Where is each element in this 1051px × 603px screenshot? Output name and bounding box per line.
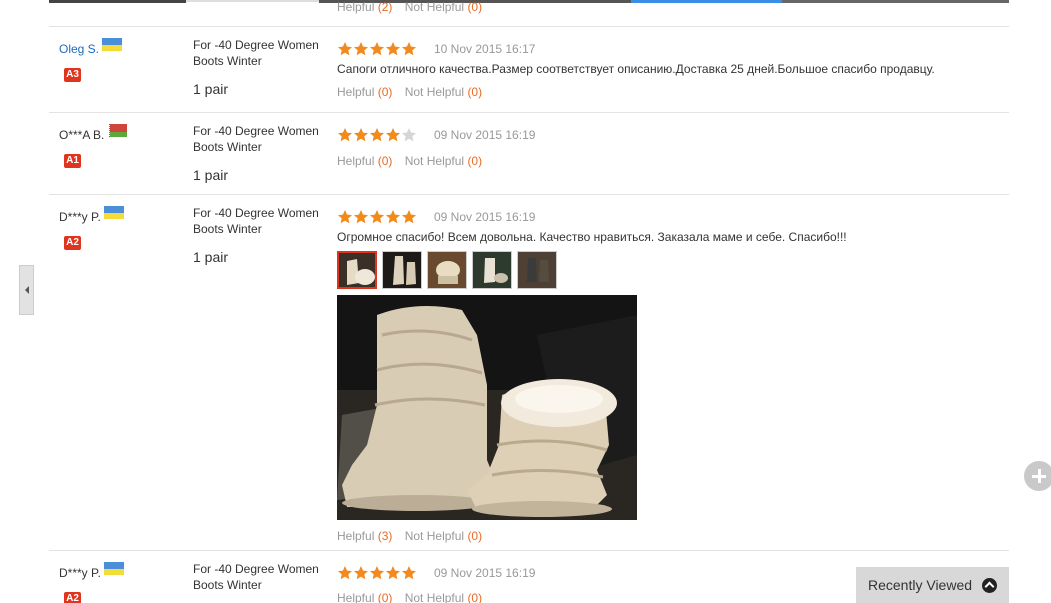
review-date: 09 Nov 2015 16:19: [434, 210, 536, 224]
feedback-row: O***A B. A1 For -40 Degree Women Boots W…: [49, 113, 1009, 195]
star-rating: [337, 127, 417, 143]
helpful-button[interactable]: Helpful (0): [337, 85, 392, 99]
helpful-line: Helpful (0) Not Helpful (0): [337, 154, 1007, 168]
not-helpful-button[interactable]: Not Helpful (0): [405, 0, 482, 14]
review-date: 10 Nov 2015 16:17: [434, 42, 536, 56]
star-filled-icon: [385, 209, 401, 225]
review-date: 09 Nov 2015 16:19: [434, 128, 536, 142]
feedback-row: Oleg S. A3 For -40 Degree Women Boots Wi…: [49, 27, 1009, 113]
star-rating: [337, 41, 417, 57]
quantity: 1 pair: [193, 167, 229, 183]
helpful-line: Helpful (2) Not Helpful (0): [337, 0, 1007, 14]
buyer-name[interactable]: Oleg S.: [59, 41, 99, 57]
star-rating: [337, 565, 417, 581]
photo-thumbnail[interactable]: [427, 251, 467, 289]
photo-thumbnail[interactable]: [472, 251, 512, 289]
expand-button[interactable]: [1024, 461, 1051, 491]
photo-thumbnail[interactable]: [517, 251, 557, 289]
feedback-row: D***y P. A2 For -40 Degree Women Boots W…: [49, 195, 1009, 551]
star-filled-icon: [337, 127, 353, 143]
recently-viewed-button[interactable]: Recently Viewed: [856, 567, 1009, 603]
star-filled-icon: [337, 565, 353, 581]
helpful-line: Helpful (0) Not Helpful (0): [337, 85, 1007, 99]
star-filled-icon: [337, 209, 353, 225]
review-text: Огромное спасибо! Всем довольна. Качеств…: [337, 230, 847, 244]
photo-thumbnail[interactable]: [382, 251, 422, 289]
star-filled-icon: [353, 41, 369, 57]
buyer-name[interactable]: D***y P.: [59, 209, 101, 225]
recently-viewed-label: Recently Viewed: [868, 577, 973, 593]
star-filled-icon: [385, 127, 401, 143]
star-filled-icon: [401, 209, 417, 225]
buyer-level-badge: A2: [64, 592, 81, 603]
buyer-name[interactable]: D***y P.: [59, 565, 101, 581]
ukraine-flag-icon: [102, 38, 123, 51]
not-helpful-button[interactable]: Not Helpful (0): [405, 154, 482, 168]
product-title[interactable]: For -40 Degree Women Boots Winter: [193, 205, 333, 237]
photo-thumbnails: [337, 251, 1007, 289]
helpful-button[interactable]: Helpful (3): [337, 529, 392, 543]
star-empty-icon: [401, 127, 417, 143]
star-filled-icon: [337, 41, 353, 57]
buyer-level-badge: A1: [64, 154, 81, 168]
quantity: 1 pair: [193, 81, 229, 97]
star-filled-icon: [369, 127, 385, 143]
ukraine-flag-icon: [103, 562, 124, 575]
star-filled-icon: [353, 565, 369, 581]
feedback-row-partial: Helpful (2) Not Helpful (0): [49, 0, 1009, 27]
review-photo[interactable]: [337, 295, 637, 520]
buyer-level-badge: A3: [64, 68, 81, 82]
review-date: 09 Nov 2015 16:19: [434, 566, 536, 580]
chevron-up-circle-icon: [982, 577, 998, 593]
photo-thumbnail[interactable]: [337, 251, 377, 289]
review-text: Сапоги отличного качества.Размер соответ…: [337, 62, 935, 76]
star-filled-icon: [401, 41, 417, 57]
ukraine-flag-icon: [103, 206, 124, 219]
caret-left-icon: [24, 286, 29, 294]
star-filled-icon: [385, 565, 401, 581]
not-helpful-button[interactable]: Not Helpful (0): [405, 591, 482, 603]
helpful-button[interactable]: Helpful (0): [337, 591, 392, 603]
star-filled-icon: [353, 127, 369, 143]
buyer-level-badge: A2: [64, 236, 81, 250]
helpful-button[interactable]: Helpful (2): [337, 0, 392, 14]
product-title[interactable]: For -40 Degree Women Boots Winter: [193, 37, 333, 69]
buyer-name[interactable]: O***A B.: [59, 127, 104, 143]
quantity: 1 pair: [193, 249, 229, 265]
star-filled-icon: [385, 41, 401, 57]
star-filled-icon: [353, 209, 369, 225]
star-filled-icon: [369, 565, 385, 581]
product-title[interactable]: For -40 Degree Women Boots Winter: [193, 561, 333, 593]
product-title[interactable]: For -40 Degree Women Boots Winter: [193, 123, 333, 155]
helpful-button[interactable]: Helpful (0): [337, 154, 392, 168]
star-filled-icon: [369, 209, 385, 225]
helpful-line: Helpful (3) Not Helpful (0): [337, 529, 1007, 543]
side-collapse-tab[interactable]: [19, 265, 34, 315]
star-filled-icon: [401, 565, 417, 581]
not-helpful-button[interactable]: Not Helpful (0): [405, 85, 482, 99]
star-filled-icon: [369, 41, 385, 57]
belarus-flag-icon: [107, 124, 128, 137]
not-helpful-button[interactable]: Not Helpful (0): [405, 529, 482, 543]
star-rating: [337, 209, 417, 225]
